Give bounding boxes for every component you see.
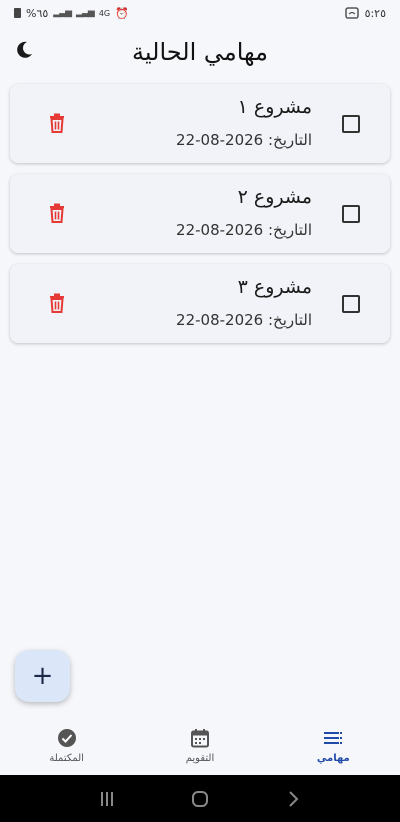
app-header: مهامي الحالية: [0, 26, 400, 78]
add-task-button[interactable]: +: [15, 650, 70, 702]
delete-icon[interactable]: [48, 203, 66, 223]
task-date-value: 22-08-2026: [176, 131, 264, 149]
task-date: التاريخ: 22-08-2026: [176, 311, 312, 329]
bottom-nav: المكتملة التقويم مهامي: [0, 716, 400, 774]
task-title: مشروع ٣: [237, 276, 312, 298]
page-title: مهامي الحالية: [132, 38, 268, 66]
task-card: مشروع ١ التاريخ: 22-08-2026: [10, 84, 390, 163]
nav-item-calendar[interactable]: التقويم: [133, 716, 266, 774]
signal-icon-2: ▂▃▅: [76, 8, 95, 18]
wifi-icon: [344, 7, 359, 19]
task-date-value: 22-08-2026: [176, 311, 264, 329]
list-icon: [322, 727, 344, 749]
nav-label: التقويم: [185, 752, 215, 764]
clock: ٥:٢٥: [364, 6, 386, 20]
system-nav-bar: [0, 775, 400, 822]
delete-icon[interactable]: [48, 113, 66, 133]
back-button[interactable]: [273, 784, 313, 814]
status-bar: %٦٥ ▂▃▅ ▂▃▅ 4G ⏰ ٥:٢٥: [0, 0, 400, 26]
alarm-icon: ⏰: [115, 6, 129, 20]
check-circle-icon: [56, 727, 78, 749]
nav-item-tasks[interactable]: مهامي: [267, 716, 400, 774]
plus-icon: +: [31, 661, 54, 691]
back-icon: [289, 790, 299, 807]
nav-label: المكتملة: [49, 752, 84, 764]
task-list: مشروع ١ التاريخ: 22-08-2026 مشروع ٢ التا…: [10, 84, 390, 354]
delete-icon[interactable]: [48, 293, 66, 313]
task-checkbox[interactable]: [342, 205, 360, 223]
task-date-label: التاريخ:: [268, 131, 312, 149]
recent-apps-icon: [100, 791, 113, 806]
task-date-label: التاريخ:: [268, 221, 312, 239]
battery-level: %٦٥: [26, 6, 49, 20]
task-checkbox[interactable]: [342, 295, 360, 313]
home-button[interactable]: [180, 784, 220, 814]
status-right: ٥:٢٥: [344, 6, 386, 20]
nav-label: مهامي: [316, 752, 350, 764]
task-title: مشروع ١: [237, 96, 312, 118]
moon-icon: [17, 41, 32, 58]
task-title: مشروع ٢: [237, 186, 312, 208]
task-card: مشروع ٣ التاريخ: 22-08-2026: [10, 264, 390, 343]
battery-icon: [14, 8, 21, 18]
task-card: مشروع ٢ التاريخ: 22-08-2026: [10, 174, 390, 253]
home-icon: [191, 790, 208, 807]
network-type: 4G: [98, 8, 111, 18]
task-date-value: 22-08-2026: [176, 221, 264, 239]
calendar-icon: [189, 727, 211, 749]
signal-icon: ▂▃▅: [53, 8, 72, 18]
theme-toggle-button[interactable]: [12, 38, 36, 62]
status-left: %٦٥ ▂▃▅ ▂▃▅ 4G ⏰: [14, 7, 129, 20]
recent-apps-button[interactable]: [87, 784, 127, 814]
nav-item-completed[interactable]: المكتملة: [0, 716, 133, 774]
task-checkbox[interactable]: [342, 115, 360, 133]
task-date-label: التاريخ:: [268, 311, 312, 329]
task-date: التاريخ: 22-08-2026: [176, 221, 312, 239]
task-date: التاريخ: 22-08-2026: [176, 131, 312, 149]
